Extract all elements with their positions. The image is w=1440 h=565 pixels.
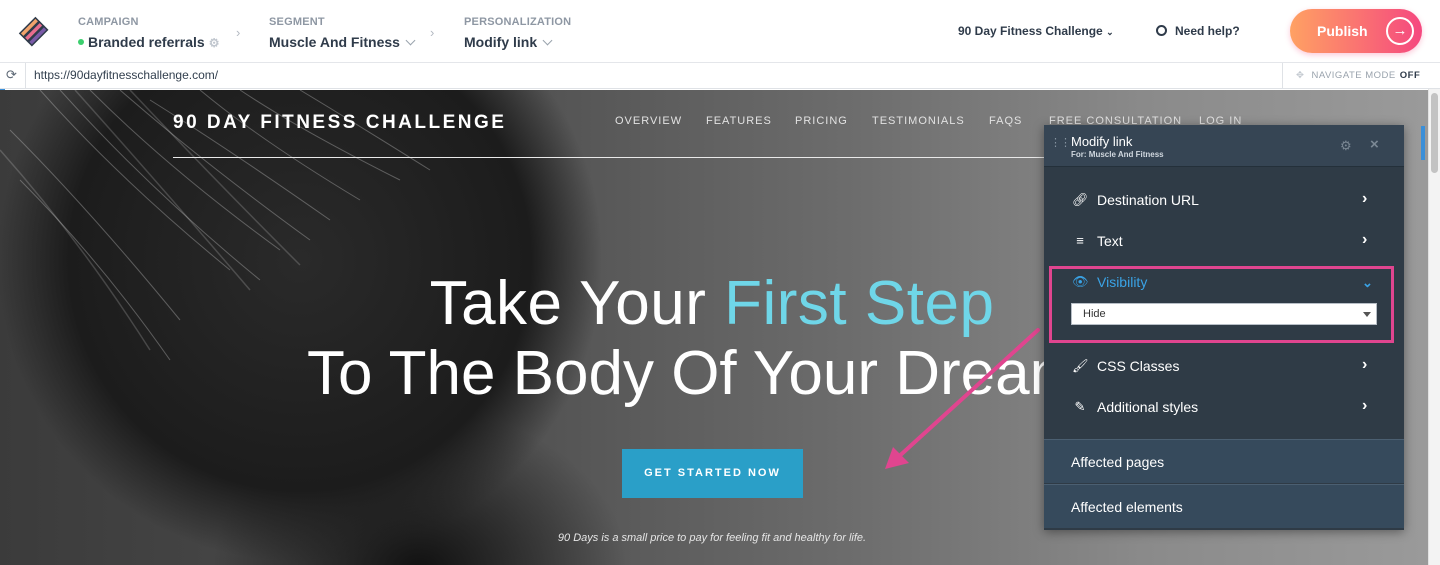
chevron-down-icon: ⌄ xyxy=(1106,27,1114,37)
panel-subtitle: For: Muscle And Fitness xyxy=(1071,150,1164,159)
divider xyxy=(25,63,26,89)
divider xyxy=(1282,63,1283,89)
navigate-mode-label: NAVIGATE MODE xyxy=(1311,70,1396,81)
site-selector-dropdown[interactable]: 90 Day Fitness Challenge ⌄ xyxy=(958,24,1114,38)
breadcrumb-campaign[interactable]: CAMPAIGN Branded referrals ⚙ xyxy=(78,16,219,50)
affected-pages-label: Affected pages xyxy=(1071,454,1165,470)
campaign-label: CAMPAIGN xyxy=(78,16,139,28)
hero-tagline: 90 Days is a small price to pay for feel… xyxy=(557,532,867,544)
link-icon: 🔗︎ xyxy=(1072,192,1089,207)
visibility-select-value: Hide xyxy=(1083,308,1106,320)
chevron-right-icon: › xyxy=(1362,190,1368,207)
row-css-classes[interactable]: 🖌︎ CSS Classes › xyxy=(1044,346,1404,387)
panel-title: Modify link xyxy=(1071,134,1133,149)
row-label: Additional styles xyxy=(1097,399,1199,415)
scrollbar[interactable] xyxy=(1428,89,1440,565)
drag-handle-icon[interactable]: ⋮⋮ xyxy=(1050,138,1071,149)
row-text[interactable]: ≡ Text › xyxy=(1044,221,1404,262)
site-nav-features[interactable]: FEATURES xyxy=(706,115,772,127)
publish-button[interactable]: Publish → xyxy=(1290,9,1422,53)
arrow-right-icon: → xyxy=(1386,17,1414,45)
text-align-icon: ≡ xyxy=(1076,233,1084,248)
breadcrumb-segment[interactable]: SEGMENT Muscle And Fitness xyxy=(269,16,416,50)
visibility-select[interactable]: Hide xyxy=(1071,303,1377,325)
chevron-right-icon: › xyxy=(1362,397,1368,414)
top-toolbar: CAMPAIGN Branded referrals ⚙ › SEGMENT Mu… xyxy=(0,0,1440,63)
campaign-value: Branded referrals xyxy=(88,34,205,50)
url-input[interactable]: https://90dayfitnesschallenge.com/ xyxy=(34,68,218,82)
url-bar: ⟳ https://90dayfitnesschallenge.com/ ✥ NA… xyxy=(0,63,1440,89)
status-dot-icon xyxy=(78,39,84,46)
segment-value: Muscle And Fitness xyxy=(269,34,400,50)
site-brand[interactable]: 90 DAY FITNESS CHALLENGE xyxy=(173,112,506,134)
row-label: Visibility xyxy=(1097,274,1148,290)
selection-indicator xyxy=(1421,126,1425,160)
hero-headline-text: Take Your xyxy=(429,269,725,338)
help-lifebuoy-icon xyxy=(1156,25,1167,36)
segment-label: SEGMENT xyxy=(269,16,325,28)
panel-header[interactable]: ⋮⋮ Modify link For: Muscle And Fitness ⚙… xyxy=(1044,125,1404,167)
row-destination-url[interactable]: 🔗︎ Destination URL › xyxy=(1044,180,1404,221)
modify-link-panel: ⋮⋮ Modify link For: Muscle And Fitness ⚙… xyxy=(1044,125,1404,530)
hero-subheadline: To The Body Of Your Dreams xyxy=(307,339,1113,408)
site-nav-pricing[interactable]: PRICING xyxy=(795,115,848,127)
get-started-button[interactable]: GET STARTED NOW xyxy=(622,449,803,498)
row-visibility[interactable]: 👁︎ Visibility ⌄ xyxy=(1044,262,1404,303)
site-nav-overview[interactable]: OVERVIEW xyxy=(615,115,682,127)
chevron-down-icon xyxy=(542,35,553,46)
brush-icon: 🖌︎ xyxy=(1072,358,1089,373)
site-nav-testimonials[interactable]: TESTIMONIALS xyxy=(872,115,965,127)
navigate-mode-value: OFF xyxy=(1399,70,1421,81)
chevron-right-icon: › xyxy=(430,25,435,40)
site-selector-label: 90 Day Fitness Challenge xyxy=(958,24,1103,38)
site-nav-faqs[interactable]: FAQS xyxy=(989,115,1022,127)
affected-elements-label: Affected elements xyxy=(1071,499,1183,515)
chevron-down-icon xyxy=(405,35,416,46)
row-label: Destination URL xyxy=(1097,192,1199,208)
row-label: Text xyxy=(1097,233,1123,249)
chevron-right-icon: › xyxy=(1362,231,1368,248)
eye-icon: 👁︎ xyxy=(1072,274,1089,289)
personalization-label: PERSONALIZATION xyxy=(464,16,572,28)
chevron-right-icon: › xyxy=(236,25,241,40)
publish-label: Publish xyxy=(1317,23,1368,39)
row-label: CSS Classes xyxy=(1097,358,1180,374)
navigate-mode-toggle[interactable]: ✥ NAVIGATE MODE OFF xyxy=(1296,70,1420,81)
dropdown-caret-icon xyxy=(1363,312,1371,317)
help-link[interactable]: Need help? xyxy=(1156,24,1240,38)
app-logo-icon[interactable] xyxy=(17,15,51,49)
hero-headline-highlight: First Step xyxy=(724,269,995,338)
close-icon[interactable]: × xyxy=(1370,136,1379,153)
refresh-icon[interactable]: ⟳ xyxy=(6,67,17,83)
gear-icon[interactable]: ⚙ xyxy=(1340,138,1352,154)
breadcrumb-personalization[interactable]: PERSONALIZATION Modify link xyxy=(464,16,571,50)
chevron-right-icon: › xyxy=(1362,356,1368,373)
chevron-down-icon: ⌄ xyxy=(1362,275,1373,290)
help-label: Need help? xyxy=(1175,24,1240,38)
affected-elements-section[interactable]: Affected elements xyxy=(1044,484,1404,528)
scrollbar-thumb[interactable] xyxy=(1431,93,1438,173)
settings-icon[interactable]: ⚙ xyxy=(209,36,220,50)
crosshair-icon: ✥ xyxy=(1296,70,1305,81)
affected-pages-section[interactable]: Affected pages xyxy=(1044,439,1404,483)
row-additional-styles[interactable]: ✎ Additional styles › xyxy=(1044,387,1404,428)
personalization-value: Modify link xyxy=(464,34,538,50)
pencil-icon: ✎ xyxy=(1074,399,1086,414)
